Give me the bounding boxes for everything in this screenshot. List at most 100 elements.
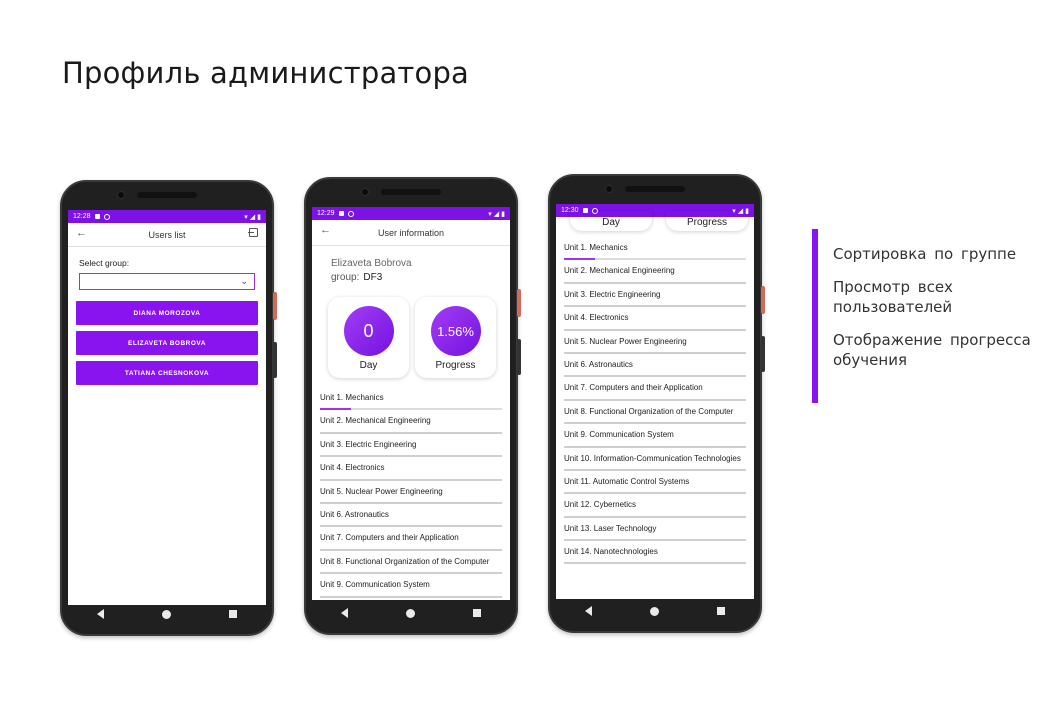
camera-icon [361, 188, 369, 196]
unit-item[interactable]: Unit 3. Electric Engineering [320, 434, 502, 458]
power-button [517, 289, 521, 317]
day-card: 0 Day [328, 297, 409, 378]
nav-recent-icon[interactable] [473, 609, 481, 617]
unit-list: Unit 1. Mechanics Unit 2. Mechanical Eng… [564, 237, 746, 565]
chevron-down-icon: ⌄ [240, 276, 248, 286]
sync-icon [347, 210, 354, 217]
nav-home-icon[interactable] [650, 606, 659, 616]
nav-recent-icon[interactable] [229, 610, 237, 618]
page-title: User information [377, 227, 445, 238]
back-arrow-icon[interactable]: ← [76, 227, 87, 239]
phone-unit-list: 12:30 ▾ ◢ ▮ Day Progress Unit 1. Mechani… [548, 174, 765, 633]
group-select[interactable]: ⌄ [79, 273, 255, 290]
status-time: 12:29 [317, 210, 335, 217]
stats-cards: 0 Day 1.56% Progress [328, 297, 510, 378]
phone-speaker [137, 192, 197, 198]
unit-item[interactable]: Unit 2. Mechanical Engineering [320, 410, 502, 434]
nav-recent-icon[interactable] [717, 607, 725, 615]
page-title: Users list [148, 229, 186, 240]
feature-item: Отображение прогресса обучения [833, 331, 1031, 369]
nav-back-icon[interactable] [341, 608, 348, 618]
system-nav-bar [556, 597, 754, 625]
unit-item[interactable]: Unit 11. Automatic Control Systems [564, 471, 746, 495]
unit-item[interactable]: Unit 8. Functional Organization of the C… [564, 401, 746, 425]
user-button[interactable]: DIANA MOROZOVA [76, 301, 258, 325]
nav-home-icon[interactable] [406, 608, 415, 618]
phone-screen: 12:30 ▾ ◢ ▮ Day Progress Unit 1. Mechani… [556, 204, 754, 599]
unit-item[interactable]: Unit 12. Cybernetics [564, 494, 746, 518]
user-button[interactable]: TATIANA CHESNOKOVA [76, 361, 258, 385]
phone-screen: 12:28 ▾ ◢ ▮ ← Users list Select group: ⌄… [68, 210, 266, 605]
volume-button [273, 342, 277, 378]
unit-item[interactable]: Unit 8. Functional Organization of the C… [320, 551, 502, 575]
sync-icon [103, 213, 110, 220]
progress-value: 1.56% [430, 306, 481, 356]
progress-card: 1.56% Progress [415, 297, 496, 378]
unit-list: Unit 1. Mechanics Unit 2. Mechanical Eng… [320, 387, 502, 598]
phone-speaker [625, 186, 685, 192]
wifi-icon: ▾ [488, 210, 492, 218]
unit-item[interactable]: Unit 7. Computers and their Application [564, 377, 746, 401]
status-icons: ▾ ◢ ▮ [244, 213, 261, 221]
unit-item[interactable]: Unit 4. Electronics [320, 457, 502, 481]
power-button [761, 286, 765, 314]
signal-icon: ◢ [493, 210, 500, 218]
battery-icon: ▮ [501, 210, 505, 218]
stats-cards: Day Progress [570, 211, 754, 231]
status-icons: ▾ ◢ ▮ [488, 210, 505, 218]
notification-icon [94, 214, 100, 219]
user-group: group: DF3 [331, 272, 510, 283]
feature-item: Сортировка по группе [833, 245, 1017, 263]
app-header: ← User information [312, 220, 510, 246]
unit-item[interactable]: Unit 14. Nanotechnologies [564, 541, 746, 565]
unit-item[interactable]: Unit 13. Laser Technology [564, 518, 746, 542]
progress-card: Progress [666, 211, 748, 231]
unit-item[interactable]: Unit 9. Communication System [564, 424, 746, 448]
feature-item: Просмотр всех пользователей [833, 278, 953, 316]
unit-item[interactable]: Unit 5. Nuclear Power Engineering [564, 331, 746, 354]
unit-item[interactable]: Unit 10. Information-Communication Techn… [564, 448, 746, 471]
unit-item[interactable]: Unit 2. Mechanical Engineering [564, 260, 746, 284]
unit-item[interactable]: Unit 3. Electric Engineering [564, 284, 746, 308]
slide-title: Профиль администратора [62, 56, 470, 90]
unit-item[interactable]: Unit 1. Mechanics [320, 387, 502, 411]
day-card: Day [570, 211, 652, 231]
notification-icon [338, 211, 344, 216]
back-arrow-icon[interactable]: ← [320, 224, 331, 236]
unit-item[interactable]: Unit 1. Mechanics [564, 237, 746, 261]
phone-users-list: 12:28 ▾ ◢ ▮ ← Users list Select group: ⌄… [60, 180, 277, 636]
user-button[interactable]: ELIZAVETA BOBROVA [76, 331, 258, 355]
volume-button [761, 336, 765, 372]
system-nav-bar [68, 600, 266, 628]
logout-icon[interactable] [248, 228, 258, 237]
group-value: DF3 [363, 272, 383, 283]
phone-user-information: 12:29 ▾ ◢ ▮ ← User information Elizaveta… [304, 177, 521, 635]
unit-item[interactable]: Unit 4. Electronics [564, 307, 746, 331]
camera-icon [117, 191, 125, 199]
system-nav-bar [312, 599, 510, 627]
nav-back-icon[interactable] [585, 606, 592, 616]
progress-label: Progress [435, 360, 476, 371]
day-label: Day [359, 360, 378, 371]
phone-speaker [381, 189, 441, 195]
feature-list: Сортировка по группе Просмотр всех польз… [812, 229, 1034, 403]
day-value: 0 [343, 306, 394, 356]
status-bar: 12:28 ▾ ◢ ▮ [68, 210, 266, 223]
unit-item[interactable]: Unit 9. Communication System [320, 574, 502, 598]
unit-item[interactable]: Unit 6. Astronautics [564, 354, 746, 378]
status-bar: 12:29 ▾ ◢ ▮ [312, 207, 510, 220]
unit-item[interactable]: Unit 6. Astronautics [320, 504, 502, 528]
status-time: 12:28 [73, 213, 91, 220]
user-name: Elizaveta Bobrova [331, 258, 412, 269]
unit-item[interactable]: Unit 5. Nuclear Power Engineering [320, 481, 502, 504]
nav-home-icon[interactable] [162, 609, 171, 619]
group-label: group: [331, 272, 360, 283]
wifi-icon: ▾ [244, 213, 248, 221]
nav-back-icon[interactable] [97, 609, 104, 619]
camera-icon [605, 185, 613, 193]
app-header: ← Users list [68, 223, 266, 247]
volume-button [517, 339, 521, 375]
unit-item[interactable]: Unit 7. Computers and their Application [320, 527, 502, 551]
battery-icon: ▮ [257, 213, 261, 221]
phone-screen: 12:29 ▾ ◢ ▮ ← User information Elizaveta… [312, 207, 510, 600]
